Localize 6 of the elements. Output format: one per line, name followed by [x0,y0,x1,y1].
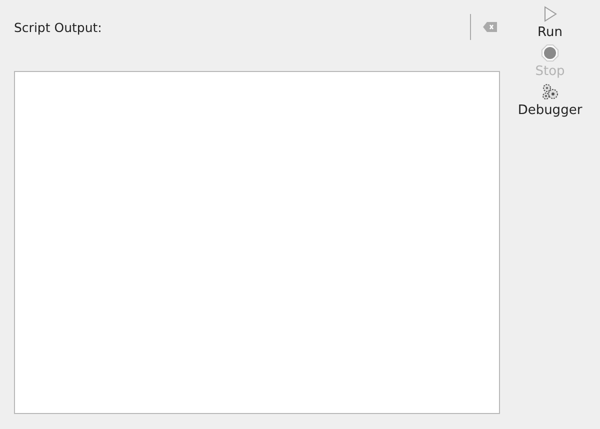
output-label: Script Output: [14,20,103,34]
gears-icon [540,83,559,101]
stop-icon [541,44,559,62]
run-button[interactable]: Run [538,5,562,40]
clear-icon[interactable] [483,22,497,32]
debug-button[interactable]: Debugger [518,83,582,118]
